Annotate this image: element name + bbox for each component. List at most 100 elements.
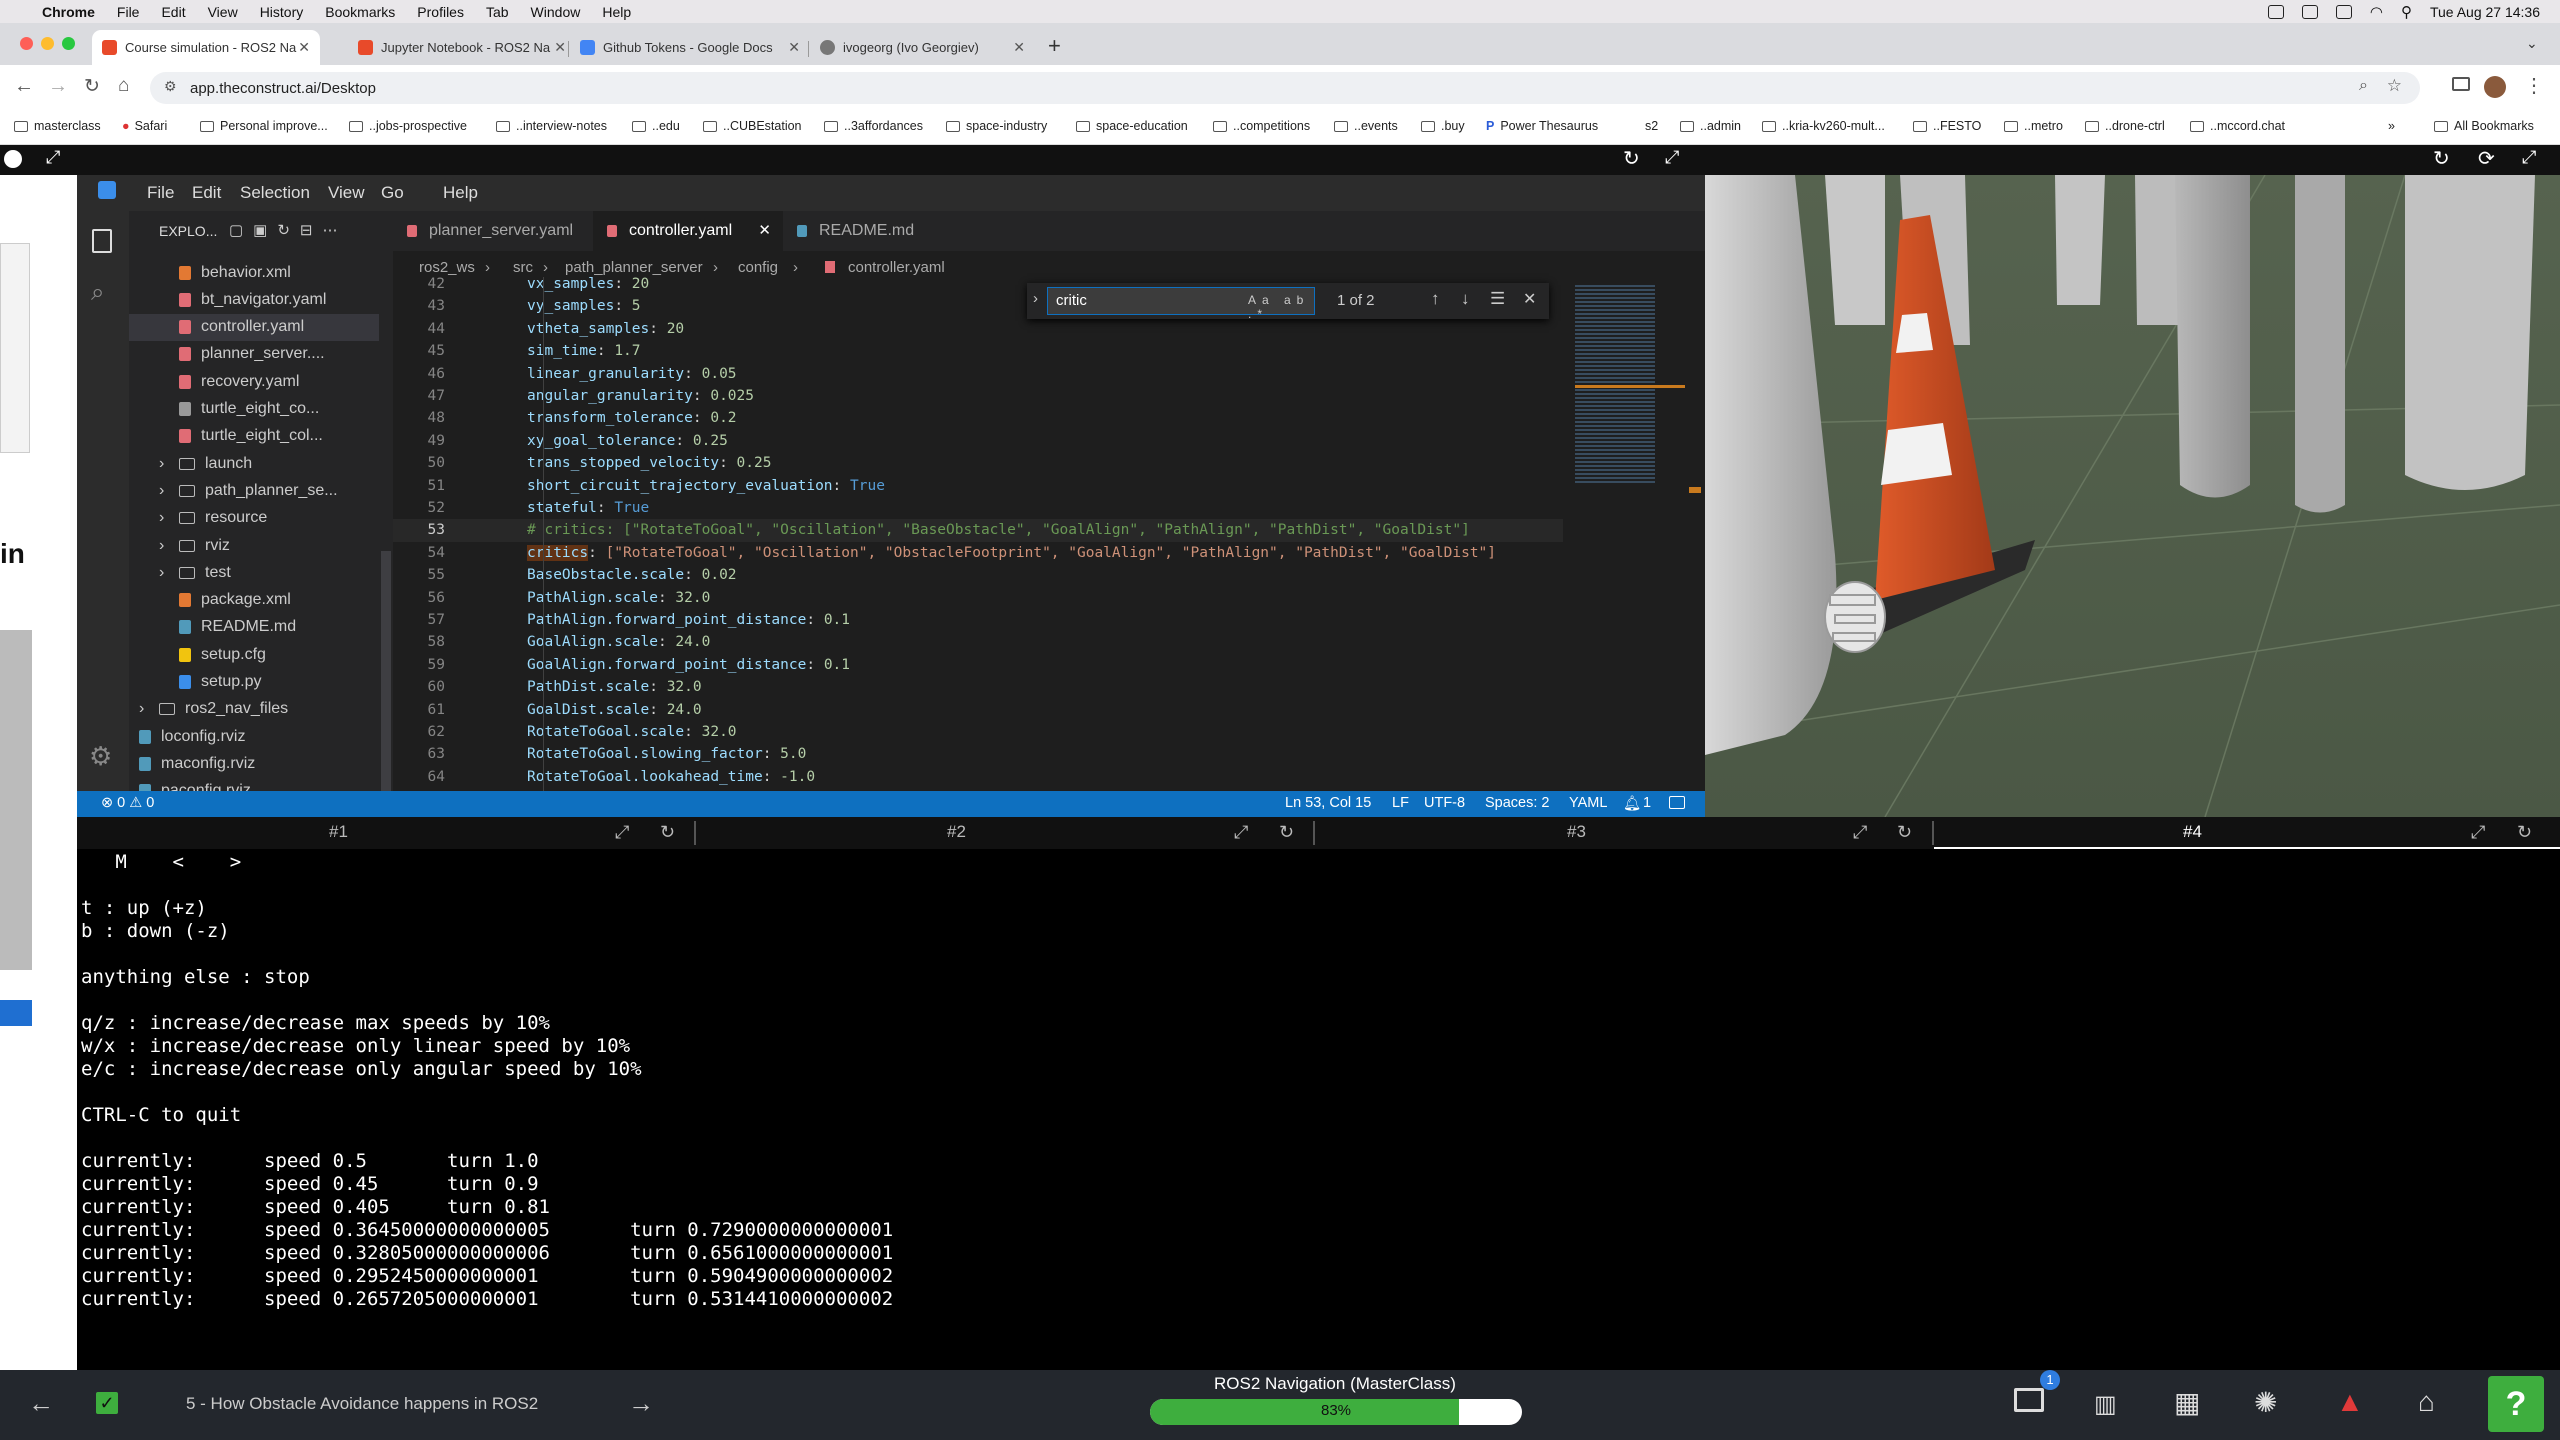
search-icon[interactable]: ⚲	[2401, 3, 2412, 21]
browser-tab-course-simulation[interactable]: Course simulation - ROS2 Na ✕	[92, 30, 320, 65]
tree-file[interactable]: turtle_eight_co...	[129, 396, 379, 423]
code-line[interactable]: 59 GoalAlign.forward_point_distance: 0.1	[393, 654, 1563, 676]
code-line[interactable]: 44 vtheta_samples: 20	[393, 318, 1563, 340]
status-icon[interactable]	[2267, 5, 2284, 19]
reset-icon[interactable]: ⟳	[2478, 146, 2495, 171]
editor-tab-controller[interactable]: controller.yaml ✕	[593, 211, 783, 251]
desktop-icon[interactable]	[2014, 1388, 2044, 1412]
chevron-right-icon[interactable]: ›	[139, 700, 153, 718]
next-lesson-icon[interactable]: →	[628, 1388, 654, 1419]
vscode-menu-help[interactable]: Help	[443, 183, 478, 203]
reload-icon[interactable]: ↻	[2517, 817, 2532, 849]
bookmark-item[interactable]: ..metro	[2004, 119, 2063, 133]
bookmark-item[interactable]: space-industry	[946, 119, 1047, 133]
ai-assistant-icon[interactable]: ✺	[2254, 1386, 2277, 1419]
more-bookmarks-button[interactable]: »	[2388, 119, 2395, 133]
bookmark-item[interactable]: ..interview-notes	[496, 119, 607, 133]
minimize-window-button[interactable]	[41, 37, 54, 50]
breadcrumb-item[interactable]: path_planner_server	[565, 259, 703, 276]
code-line[interactable]: 57 PathAlign.forward_point_distance: 0.1	[393, 609, 1563, 631]
bookmark-item[interactable]: ..drone-ctrl	[2085, 119, 2165, 133]
bookmark-item[interactable]: ..admin	[1680, 119, 1741, 133]
apps-grid-icon[interactable]: ▦	[2174, 1386, 2200, 1419]
chevron-right-icon[interactable]: ›	[159, 537, 173, 555]
menu-help[interactable]: Help	[602, 4, 631, 20]
explorer-scrollbar[interactable]	[381, 551, 391, 791]
lesson-complete-checkbox[interactable]: ✓	[96, 1392, 118, 1414]
forward-button[interactable]: →	[48, 75, 68, 98]
previous-match-icon[interactable]: ↑	[1431, 289, 1440, 309]
zoom-icon[interactable]: ⌕	[2359, 77, 2368, 95]
tree-file[interactable]: package.xml	[129, 587, 379, 614]
address-bar[interactable]: ⚙ app.theconstruct.ai/Desktop ⌕ ☆	[150, 72, 2420, 104]
eol-indicator[interactable]: LF	[1392, 795, 1409, 811]
code-line[interactable]: 47 angular_granularity: 0.025	[393, 385, 1563, 407]
bookmark-item[interactable]: .buy	[1421, 119, 1465, 133]
code-line[interactable]: 54 critics: ["RotateToGoal", "Oscillation…	[393, 542, 1563, 564]
code-line[interactable]: 63 RotateToGoal.slowing_factor: 5.0	[393, 743, 1563, 765]
vscode-menu-go[interactable]: Go	[381, 183, 404, 203]
close-tab-icon[interactable]: ✕	[758, 221, 771, 239]
tree-folder[interactable]: › test	[129, 559, 379, 586]
terminal-tab-3[interactable]: #3	[1567, 817, 1586, 849]
home-button[interactable]: ⌂	[118, 75, 129, 97]
reload-button[interactable]: ↻	[84, 75, 100, 98]
bookmark-star-icon[interactable]: ☆	[2387, 76, 2402, 96]
code-line[interactable]: 50 trans_stopped_velocity: 0.25	[393, 452, 1563, 474]
site-info-icon[interactable]: ⚙	[164, 78, 177, 95]
tree-file[interactable]: setup.cfg	[129, 641, 379, 668]
menu-edit[interactable]: Edit	[161, 4, 185, 20]
close-tab-icon[interactable]: ✕	[298, 39, 310, 56]
tree-file[interactable]: behavior.xml	[129, 259, 379, 286]
expand-icon[interactable]: ⤢	[46, 147, 60, 168]
previous-lesson-icon[interactable]: ←	[28, 1388, 54, 1419]
status-icon[interactable]	[2301, 5, 2318, 19]
bookmark-item[interactable]: ..edu	[632, 119, 680, 133]
explorer-actions[interactable]: ▢▣↻⊟⋯	[229, 221, 347, 239]
close-window-button[interactable]	[20, 37, 33, 50]
reload-icon[interactable]: ↻	[1279, 817, 1294, 849]
help-button[interactable]: ?	[2488, 1376, 2544, 1432]
explorer-icon[interactable]	[92, 229, 112, 253]
find-in-selection-icon[interactable]: ☰	[1490, 289, 1505, 309]
tree-file[interactable]: README.md	[129, 614, 379, 641]
all-bookmarks[interactable]: All Bookmarks	[2434, 119, 2534, 133]
bookmark-item[interactable]: masterclass	[14, 119, 101, 133]
code-line[interactable]: 61 GoalDist.scale: 24.0	[393, 699, 1563, 721]
bookmark-item[interactable]: ..3affordances	[824, 119, 923, 133]
expand-icon[interactable]: ⤢	[1853, 817, 1867, 849]
breadcrumb-item[interactable]: src	[513, 259, 533, 276]
settings-gear-icon[interactable]: ⚙	[89, 741, 112, 772]
close-tab-icon[interactable]: ✕	[788, 39, 800, 56]
bookmark-item[interactable]: ..jobs-prospective	[349, 119, 467, 133]
bookmark-item[interactable]: ..mccord.chat	[2190, 119, 2285, 133]
bookmark-item[interactable]: ..events	[1334, 119, 1398, 133]
terminal-tab-1[interactable]: #1	[329, 817, 348, 849]
code-line[interactable]: 56 PathAlign.scale: 32.0	[393, 587, 1563, 609]
indentation-indicator[interactable]: Spaces: 2	[1485, 795, 1550, 811]
code-line[interactable]: 55 BaseObstacle.scale: 0.02	[393, 564, 1563, 586]
more-menu-icon[interactable]: ⋮	[2524, 73, 2544, 98]
bookmark-item[interactable]: ..CUBEstation	[703, 119, 802, 133]
code-line[interactable]: 48 transform_tolerance: 0.2	[393, 407, 1563, 429]
gazebo-simulation-view[interactable]	[1705, 175, 2560, 817]
breadcrumb-item[interactable]: ros2_ws	[419, 259, 475, 276]
bookmark-item[interactable]: ..competitions	[1213, 119, 1310, 133]
encoding-indicator[interactable]: UTF-8	[1424, 795, 1465, 811]
expand-icon[interactable]: ⤢	[1665, 147, 1679, 168]
close-tab-icon[interactable]: ✕	[554, 39, 566, 56]
clock[interactable]: Tue Aug 27 14:36	[2430, 4, 2540, 20]
warning-icon[interactable]: ▲	[2336, 1386, 2364, 1418]
close-tab-icon[interactable]: ✕	[1013, 39, 1025, 56]
refresh-icon[interactable]: ↻	[1623, 146, 1640, 171]
find-input[interactable]: critic Aa ab .*	[1047, 287, 1315, 321]
bookmark-item[interactable]: P Power Thesaurus	[1486, 119, 1598, 133]
search-icon[interactable]: ⌕	[91, 279, 104, 307]
wifi-icon[interactable]: ◠	[2370, 3, 2383, 21]
breadcrumb-item[interactable]: controller.yaml	[848, 259, 945, 276]
vscode-menu-edit[interactable]: Edit	[192, 183, 221, 203]
menu-history[interactable]: History	[260, 4, 304, 20]
breadcrumb-item[interactable]: config	[738, 259, 778, 276]
notebook-button[interactable]	[0, 1000, 32, 1026]
code-line[interactable]: 49 xy_goal_tolerance: 0.25	[393, 430, 1563, 452]
